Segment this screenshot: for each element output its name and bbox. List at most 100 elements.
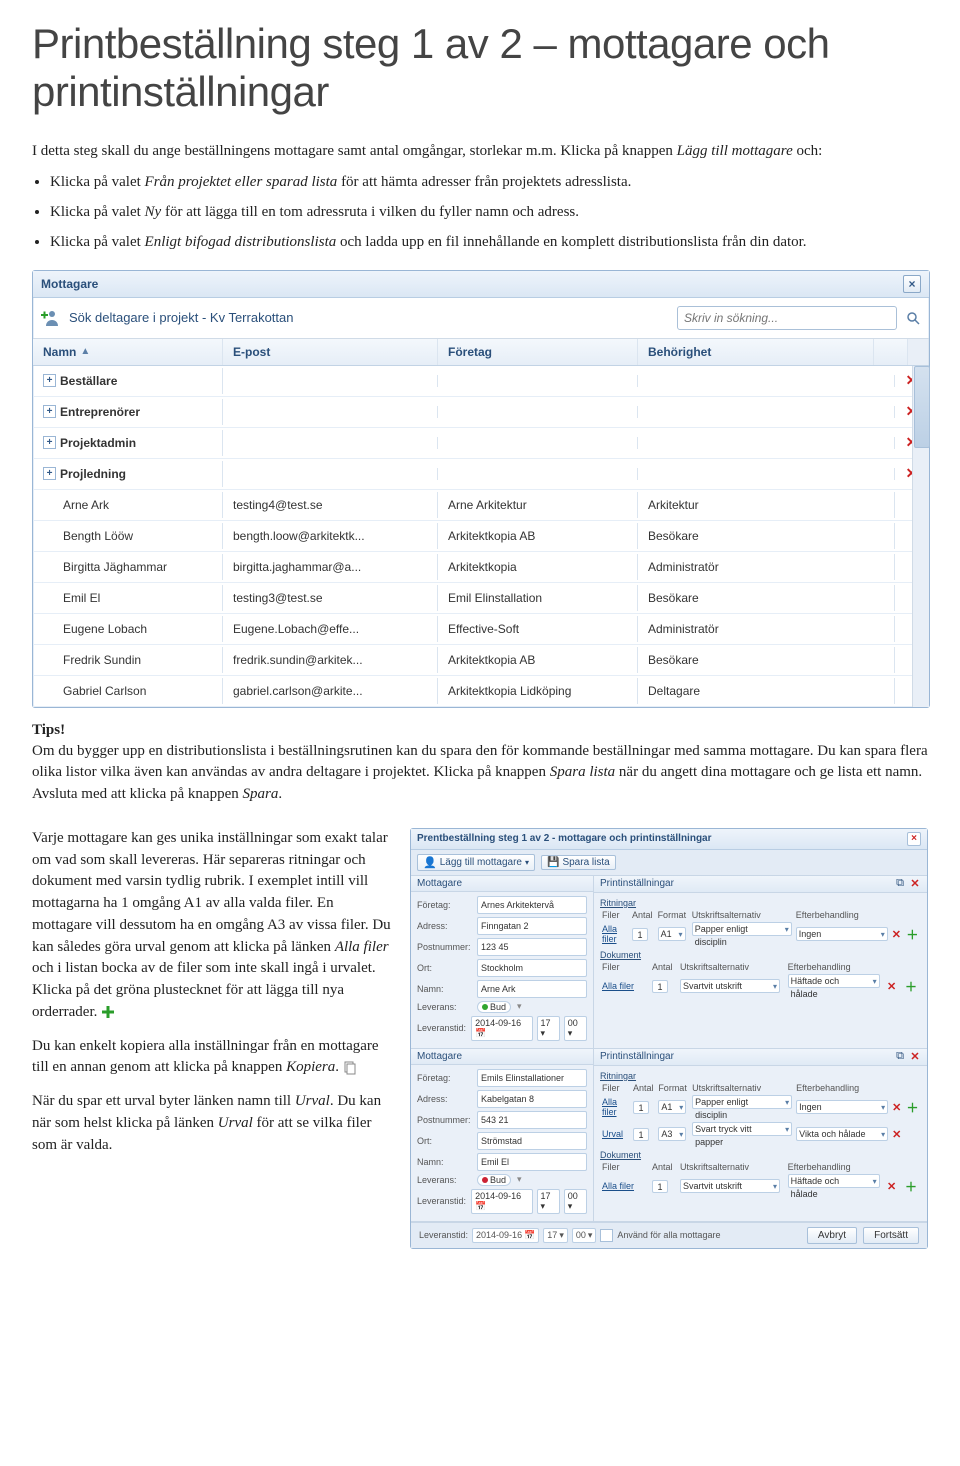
group-name: Beställare [60, 374, 117, 388]
settings-row: Urval 1 A3 Svart tryck vitt papper Vikta och… [600, 1121, 921, 1148]
copy-icon[interactable]: ⧉ [894, 1051, 906, 1063]
finish-select[interactable]: Häftade och hålade [788, 1174, 880, 1188]
expand-icon[interactable]: + [43, 405, 56, 418]
field-value[interactable]: Strömstad [477, 1132, 587, 1150]
delivery-badge[interactable]: Bud [477, 1174, 511, 1186]
add-row-icon[interactable]: ＋ [905, 1180, 917, 1194]
hour-input[interactable]: 17 ▾ [537, 1189, 560, 1214]
table-group-row[interactable]: +Projledning✕ [33, 459, 929, 490]
field-value[interactable]: Stockholm [477, 959, 587, 977]
footer-left: Leveranstid: 2014-09-16 📅 17 ▾ 00 ▾ Anvä… [419, 1228, 720, 1243]
close-icon[interactable]: × [907, 832, 921, 846]
column-header-name[interactable]: Namn ▲ [33, 339, 223, 365]
qty-input[interactable]: 1 [652, 980, 668, 993]
add-recipient-button[interactable]: 👤 Lägg till mottagare ▾ [417, 854, 535, 871]
files-link[interactable]: Alla filer [602, 1181, 634, 1191]
qty-input[interactable]: 1 [632, 928, 648, 941]
table-group-row[interactable]: +Beställare✕ [33, 366, 929, 397]
search-input[interactable] [682, 310, 866, 326]
printalt-select[interactable]: Papper enligt disciplin [692, 922, 792, 936]
cancel-button[interactable]: Avbryt [807, 1227, 857, 1244]
field-value[interactable]: 123 45 [477, 938, 587, 956]
table-row[interactable]: Eugene LobachEugene.Lobach@effe...Effect… [33, 614, 929, 645]
copy-icon[interactable]: ⧉ [894, 878, 906, 890]
body-paragraph: Varje mottagare kan ges unika inställnin… [32, 828, 392, 1024]
field-value[interactable]: Arne Ark [477, 980, 587, 998]
date-input[interactable]: 2014-09-16 📅 [471, 1016, 532, 1041]
expand-icon[interactable]: + [43, 467, 56, 480]
footer-date[interactable]: 2014-09-16 📅 [472, 1228, 539, 1243]
table-row[interactable]: Arne Arktesting4@test.seArne ArkitekturA… [33, 490, 929, 521]
remove-icon[interactable]: ✕ [909, 878, 921, 890]
chevron-down-icon[interactable]: ▾ [517, 1001, 522, 1012]
add-row-icon[interactable]: ＋ [905, 980, 917, 994]
field-value[interactable]: Emil El [477, 1153, 587, 1171]
field-value[interactable]: Arnes Arkitektervå [477, 896, 587, 914]
apply-all-checkbox[interactable] [600, 1229, 613, 1242]
format-select[interactable]: A3 [658, 1127, 686, 1141]
table-row[interactable]: Fredrik Sundinfredrik.sundin@arkitek...A… [33, 645, 929, 676]
field-value[interactable]: Kabelgatan 8 [477, 1090, 587, 1108]
close-icon[interactable]: × [903, 275, 921, 293]
add-user-icon[interactable] [41, 308, 61, 328]
add-row-icon[interactable]: ＋ [906, 928, 918, 942]
footer-min[interactable]: 00 ▾ [572, 1228, 597, 1243]
remove-row-icon[interactable]: ✕ [887, 1181, 896, 1193]
table-row[interactable]: Birgitta Jäghammarbirgitta.jaghammar@a..… [33, 552, 929, 583]
remove-row-icon[interactable]: ✕ [892, 929, 901, 941]
date-input[interactable]: 2014-09-16 📅 [471, 1189, 532, 1214]
files-link[interactable]: Alla filer [602, 981, 634, 991]
finish-select[interactable]: Häftade och hålade [788, 974, 880, 988]
chevron-down-icon[interactable]: ▾ [517, 1174, 522, 1185]
finish-select[interactable]: Ingen [796, 1100, 888, 1114]
field-value[interactable]: Finngatan 2 [477, 917, 587, 935]
column-header-email[interactable]: E-post [223, 339, 438, 365]
expand-icon[interactable]: + [43, 436, 56, 449]
delivery-badge[interactable]: Bud [477, 1001, 511, 1013]
table-row[interactable]: Emil Eltesting3@test.seEmil Elinstallati… [33, 583, 929, 614]
printalt-select[interactable]: Papper enligt disciplin [692, 1095, 792, 1109]
table-row[interactable]: Gabriel Carlsongabriel.carlson@arkite...… [33, 676, 929, 707]
printalt-select[interactable]: Svartvit utskrift [680, 1179, 780, 1193]
add-row-icon[interactable]: ＋ [906, 1101, 918, 1115]
format-select[interactable]: A1 [658, 1100, 686, 1114]
scrollbar-thumb[interactable] [914, 366, 930, 448]
field-value[interactable]: 543 21 [477, 1111, 587, 1129]
dialog2-body: MottagareFöretag:Arnes ArkitektervåAdres… [411, 876, 927, 1222]
row-company: Arne Arkitektur [438, 492, 638, 518]
remove-row-icon[interactable]: ✕ [892, 1129, 901, 1141]
search-icon[interactable] [905, 310, 921, 326]
expand-icon[interactable]: + [43, 374, 56, 387]
save-list-button[interactable]: 💾 Spara lista [541, 855, 616, 870]
printalt-select[interactable]: Svart tryck vitt papper [692, 1122, 792, 1136]
files-link[interactable]: Urval [602, 1129, 623, 1139]
remove-row-icon[interactable]: ✕ [887, 981, 896, 993]
remove-row-icon[interactable]: ✕ [892, 1102, 901, 1114]
column-header-role[interactable]: Behörighet [638, 339, 874, 365]
table-group-row[interactable]: +Entreprenörer✕ [33, 397, 929, 428]
field-value[interactable]: Emils Elinstallationer [477, 1069, 587, 1087]
row-email: bength.loow@arkitektk... [223, 523, 438, 549]
field-label: Leveranstid: [417, 1196, 467, 1206]
files-link[interactable]: Alla filer [602, 1097, 617, 1117]
finish-select[interactable]: Ingen [796, 927, 888, 941]
min-input[interactable]: 00 ▾ [564, 1189, 587, 1214]
files-link[interactable]: Alla filer [602, 924, 617, 944]
qty-input[interactable]: 1 [633, 1101, 649, 1114]
min-input[interactable]: 00 ▾ [564, 1016, 587, 1041]
remove-icon[interactable]: ✕ [909, 1051, 921, 1063]
printalt-select[interactable]: Svartvit utskrift [680, 979, 780, 993]
format-select[interactable]: A1 [658, 927, 686, 941]
scrollbar[interactable] [912, 366, 929, 707]
row-email: gabriel.carlson@arkite... [223, 678, 438, 704]
column-header-company[interactable]: Företag [438, 339, 638, 365]
panel-header: Printinställningar⧉✕ [594, 876, 927, 893]
finish-select[interactable]: Vikta och hålade [796, 1127, 888, 1141]
qty-input[interactable]: 1 [633, 1128, 649, 1141]
hour-input[interactable]: 17 ▾ [537, 1016, 560, 1041]
table-group-row[interactable]: +Projektadmin✕ [33, 428, 929, 459]
continue-button[interactable]: Fortsätt [863, 1227, 919, 1244]
qty-input[interactable]: 1 [652, 1180, 668, 1193]
footer-hour[interactable]: 17 ▾ [543, 1228, 568, 1243]
table-row[interactable]: Bength Lööwbength.loow@arkitektk...Arkit… [33, 521, 929, 552]
